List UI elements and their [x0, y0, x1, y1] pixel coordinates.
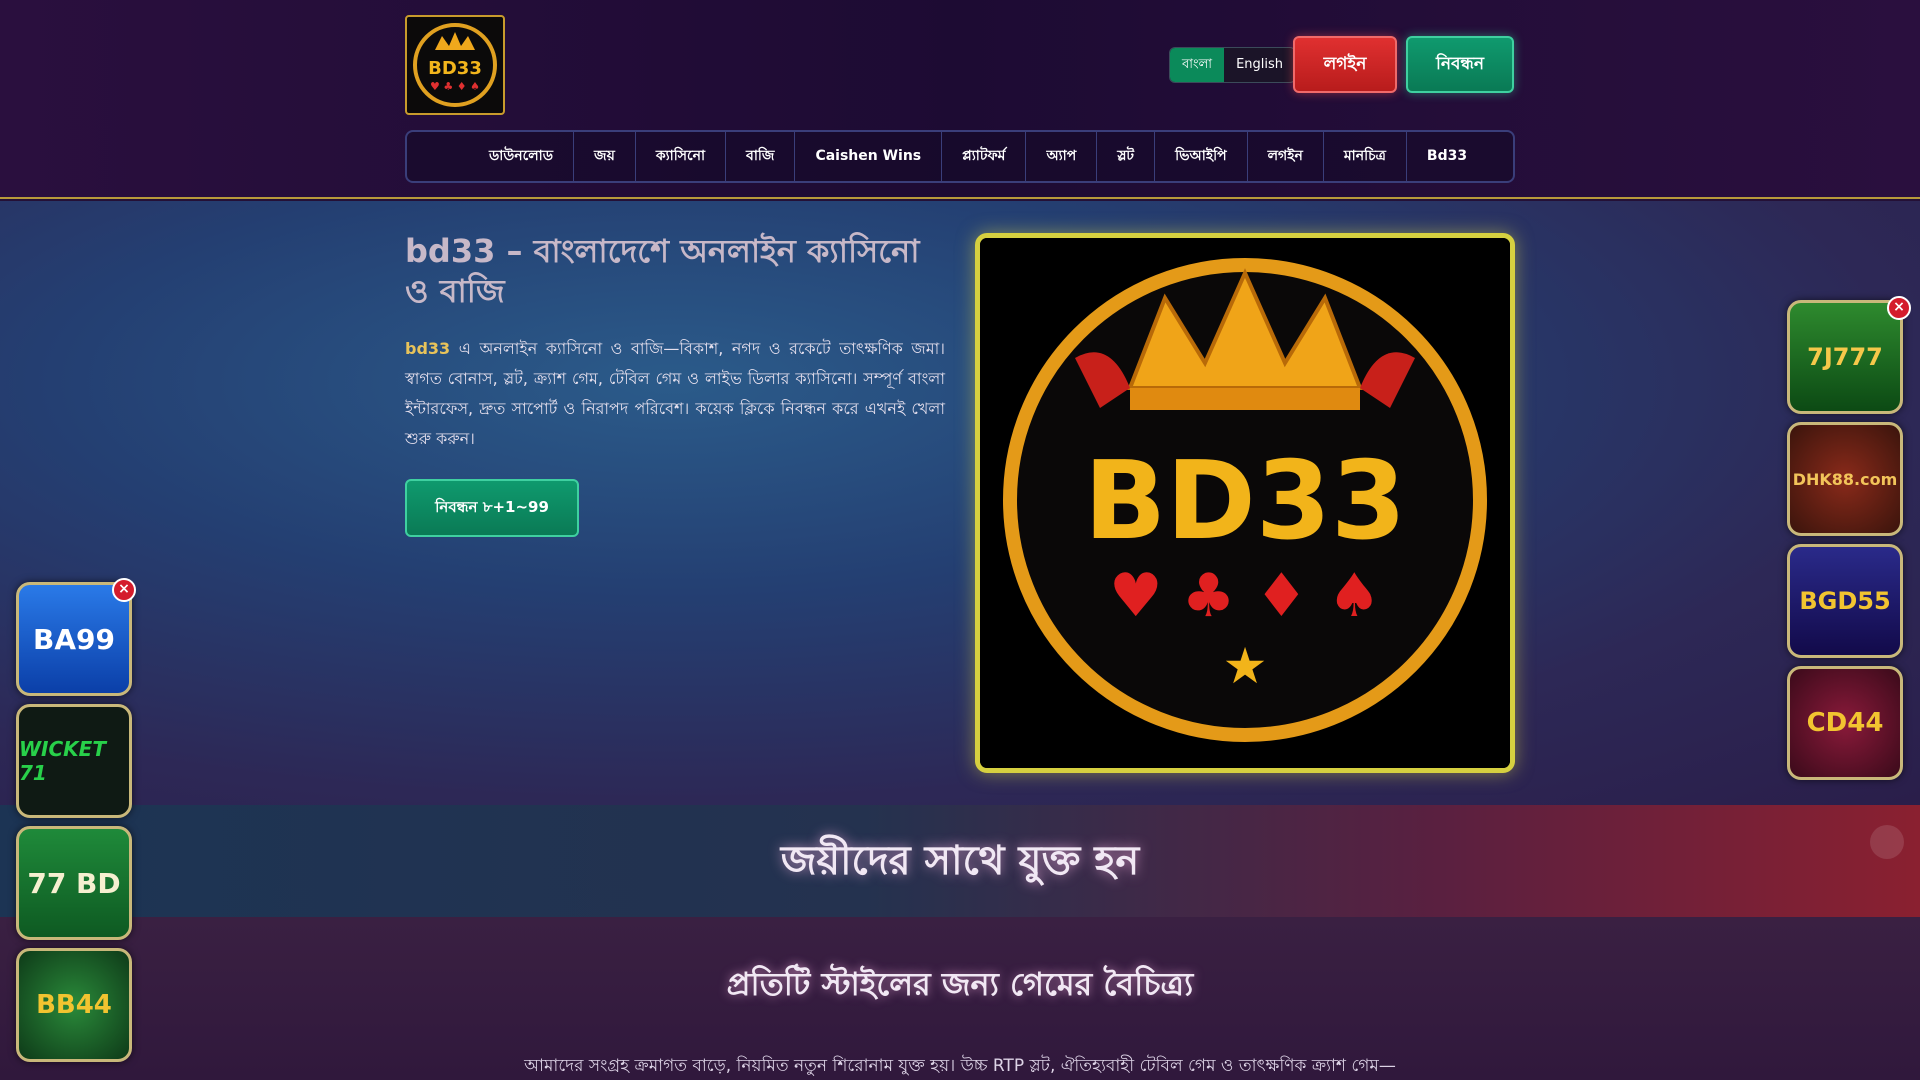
- hero-logo-text: BD33: [1084, 439, 1406, 564]
- star-graphic: ★: [1223, 637, 1268, 695]
- nav-item-caishen-wins[interactable]: Caishen Wins: [795, 132, 943, 181]
- game-variety-section: প্রতিটি স্টাইলের জন্য গেমের বৈচিত্র্য আম…: [0, 917, 1920, 1080]
- ad-tile-bb44[interactable]: BB44: [16, 948, 132, 1062]
- ad-tile-wicket71[interactable]: WICKET 71: [16, 704, 132, 818]
- hero-register-button[interactable]: নিবন্ধন ৮+1~99: [405, 479, 579, 537]
- ad-tile-77bd[interactable]: 77 BD: [16, 826, 132, 940]
- bd33-logo-illustration: BD33 ♥ ♣ ♦ ♠ ★: [980, 238, 1510, 768]
- banner-title: জয়ীদের সাথে যুক্ত হন: [780, 838, 1140, 884]
- ad-tile-label: BB44: [36, 990, 112, 1020]
- ad-tile-cd44[interactable]: CD44: [1787, 666, 1903, 780]
- join-winners-banner: জয়ীদের সাথে যুক্ত হন: [0, 805, 1920, 917]
- nav-item-download[interactable]: ডাউনলোড: [469, 132, 575, 181]
- hero-title: bd33 – বাংলাদেশে অনলাইন ক্যাসিনো ও বাজি: [405, 232, 920, 310]
- left-ads-close-icon[interactable]: ×: [112, 578, 136, 602]
- ad-tile-ba99[interactable]: BA99: [16, 582, 132, 696]
- main-nav: ডাউনলোড জয় ক্যাসিনো বাজি Caishen Wins প…: [405, 130, 1515, 183]
- nav-item-bd33[interactable]: Bd33: [1407, 132, 1487, 181]
- site-logo[interactable]: BD33 ♥ ♣ ♦ ♠: [405, 15, 505, 115]
- nav-item-slot[interactable]: স্লট: [1097, 132, 1156, 181]
- site-header: BD33 ♥ ♣ ♦ ♠ বাংলা English লগইন নিবন্ধন …: [0, 0, 1920, 199]
- ad-tile-label: BA99: [33, 622, 115, 656]
- hero-description: bd33 এ অনলাইন ক্যাসিনো ও বাজি—বিকাশ, নগদ…: [405, 334, 945, 454]
- ad-tile-bgd55[interactable]: BGD55: [1787, 544, 1903, 658]
- ad-tile-label: 7J777: [1807, 343, 1883, 371]
- section-title: প্রতিটি স্টাইলের জন্য গেমের বৈচিত্র্য: [726, 965, 1194, 1003]
- hero-brand-highlight: bd33: [405, 339, 451, 358]
- ad-tile-dhk88[interactable]: DHK88.com: [1787, 422, 1903, 536]
- lang-bangla-button[interactable]: বাংলা: [1170, 48, 1225, 82]
- ad-tile-label: WICKET 71: [19, 737, 106, 785]
- nav-item-map[interactable]: মানচিত্র: [1324, 132, 1407, 181]
- language-switch: বাংলা English: [1169, 47, 1297, 83]
- logo-suits: ♥ ♣ ♦ ♠: [430, 80, 480, 93]
- left-floating-ads: × BA99 WICKET 71 77 BD BB44: [16, 578, 136, 1070]
- ad-tile-label: BGD55: [1799, 587, 1891, 615]
- nav-item-casino[interactable]: ক্যাসিনো: [636, 132, 727, 181]
- nav-item-win[interactable]: জয়: [574, 132, 636, 181]
- right-floating-ads: × 7J777 DHK88.com BGD55 CD44: [1787, 296, 1911, 788]
- login-button[interactable]: লগইন: [1293, 36, 1397, 93]
- right-ads-close-icon[interactable]: ×: [1887, 296, 1911, 320]
- section-description: আমাদের সংগ্রহ ক্রমাগত বাড়ে, নিয়মিত নতু…: [524, 1056, 1396, 1076]
- nav-item-platform[interactable]: প্ল্যাটফর্ম: [942, 132, 1027, 181]
- banner-decoration-icon: [1870, 825, 1904, 859]
- ad-tile-label: DHK88.com: [1792, 469, 1898, 489]
- ad-tile-label: 77 BD: [27, 866, 121, 900]
- register-button[interactable]: নিবন্ধন: [1406, 36, 1514, 93]
- nav-item-app[interactable]: অ্যাপ: [1026, 132, 1098, 181]
- crown-logo-icon: BD33 ♥ ♣ ♦ ♠: [413, 23, 497, 107]
- ad-tile-7j777[interactable]: 7J777: [1787, 300, 1903, 414]
- nav-item-vip[interactable]: ভিআইপি: [1155, 132, 1248, 181]
- hero-logo-image: BD33 ♥ ♣ ♦ ♠ ★: [975, 233, 1515, 773]
- nav-item-login[interactable]: লগইন: [1248, 132, 1324, 181]
- hero-section: bd33 – বাংলাদেশে অনলাইন ক্যাসিনো ও বাজি …: [0, 201, 1920, 805]
- lang-english-button[interactable]: English: [1224, 48, 1295, 82]
- nav-item-betting[interactable]: বাজি: [726, 132, 796, 181]
- logo-text: BD33: [428, 58, 482, 79]
- ad-tile-label: CD44: [1806, 708, 1884, 738]
- card-suits-graphic: ♥ ♣ ♦ ♠: [1109, 561, 1381, 631]
- hero-description-text: এ অনলাইন ক্যাসিনো ও বাজি—বিকাশ, নগদ ও রক…: [405, 339, 945, 448]
